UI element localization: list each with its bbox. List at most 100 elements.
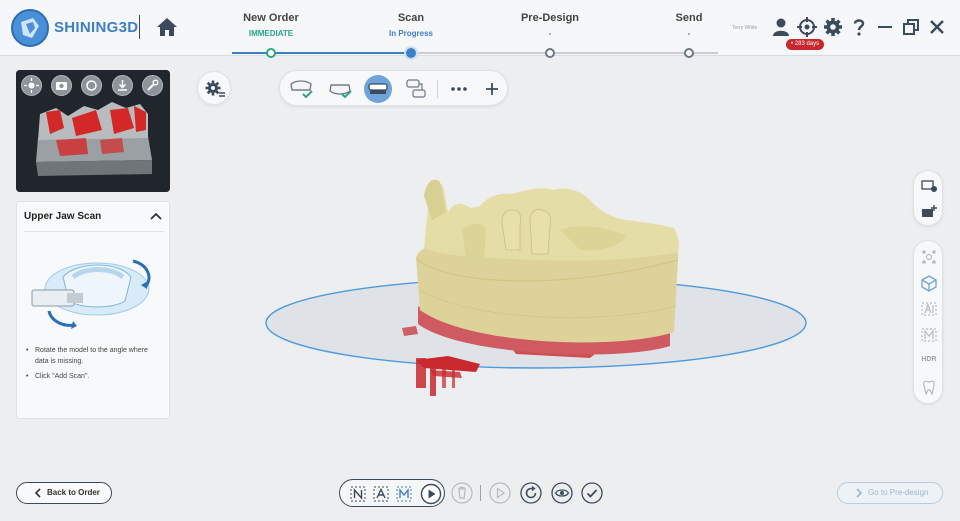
auto-mode-button[interactable]: [372, 485, 390, 503]
cube-tool[interactable]: [914, 270, 944, 296]
scan-guide-panel: Upper Jaw Scan Rotate the model to the a…: [16, 201, 170, 419]
step-title: New Order: [243, 12, 299, 24]
align-jaws-icon: [406, 79, 426, 98]
jaw-base-icon: [368, 83, 388, 94]
upper-jaw-model: [424, 182, 679, 261]
step-status: In Progress: [388, 29, 433, 38]
right-toolbar-tools: HDR: [913, 240, 943, 404]
camera-icon: [56, 82, 67, 90]
merge-tool[interactable]: [914, 322, 944, 348]
step-title: Scan: [397, 12, 425, 24]
hdr-icon: HDR: [921, 356, 937, 363]
tools-button[interactable]: [142, 75, 163, 96]
lower-jaw-check-icon: [329, 84, 352, 99]
user-icon[interactable]: [771, 17, 791, 37]
guide-divider: [24, 231, 164, 232]
brightness-button[interactable]: [21, 75, 42, 96]
ai-tool[interactable]: [914, 296, 944, 322]
step-dot-pre-design: [545, 48, 555, 58]
step-dot-new-order: [266, 48, 276, 58]
wrench-icon: [147, 79, 159, 91]
guide-instructions: Rotate the model to the angle where data…: [25, 345, 163, 386]
restore-icon[interactable]: [901, 17, 921, 37]
next-label: Go to Pre-design: [868, 488, 929, 497]
upper-jaw-check-icon: [290, 80, 313, 99]
right-toolbar-top: [913, 170, 943, 226]
delete-icon[interactable]: [450, 481, 474, 505]
gear-list-icon: [205, 80, 225, 97]
brand-name: SHINING3D: [54, 19, 139, 36]
hdr-tool[interactable]: HDR: [914, 348, 944, 374]
add-scan-button[interactable]: [478, 75, 506, 103]
lower-jaw-scan-tab[interactable]: [326, 75, 354, 103]
sun-icon: [24, 78, 39, 93]
play-disabled-icon[interactable]: [488, 481, 512, 505]
align-scan-tab[interactable]: [402, 75, 430, 103]
step-status: -: [548, 29, 552, 38]
step-pre-design[interactable]: Pre-Design -: [490, 12, 610, 38]
step-dot-send: [684, 48, 694, 58]
go-to-pre-design-button[interactable]: Go to Pre-design: [837, 482, 943, 504]
guide-instruction: Click "Add Scan".: [25, 371, 163, 382]
target-icon[interactable]: [797, 17, 817, 37]
guide-title: Upper Jaw Scan: [24, 211, 102, 222]
minimize-icon[interactable]: [875, 17, 895, 37]
ai-icon: [921, 302, 937, 316]
step-scan[interactable]: Scan In Progress: [351, 12, 471, 38]
license-days-badge: • 283 days: [786, 39, 825, 50]
confirm-check-icon[interactable]: [580, 481, 604, 505]
chevron-up-icon[interactable]: [149, 210, 163, 222]
cube-icon: [921, 275, 937, 292]
plus-icon: [486, 83, 498, 95]
scan-settings-tool[interactable]: [914, 173, 944, 199]
add-scan-tool[interactable]: [914, 199, 944, 225]
back-label: Back to Order: [47, 488, 100, 497]
manual-mode-button[interactable]: [395, 485, 413, 503]
camera-button[interactable]: [51, 75, 72, 96]
upper-jaw-scan-tab[interactable]: [287, 75, 315, 103]
molecule-icon: [922, 250, 936, 264]
refresh-icon[interactable]: [519, 481, 543, 505]
guide-instruction: Rotate the model to the angle where data…: [25, 345, 163, 367]
step-dot-scan: [406, 48, 416, 58]
close-icon[interactable]: [927, 17, 947, 37]
scan-preview-thumbnail[interactable]: [16, 70, 170, 192]
texture-tool[interactable]: [914, 244, 944, 270]
start-scan-button[interactable]: [420, 483, 442, 505]
tooth-stump: [501, 209, 522, 251]
home-icon[interactable]: [155, 15, 179, 39]
3d-scan-viewport[interactable]: [180, 110, 900, 480]
back-to-order-button[interactable]: Back to Order: [16, 482, 112, 504]
gum-fold: [462, 223, 486, 260]
reset-view-button[interactable]: [81, 75, 102, 96]
rotate-jaw-illustration: [31, 259, 151, 329]
progress-fill: [232, 52, 410, 54]
step-title: Pre-Design: [520, 12, 580, 24]
step-status: -: [687, 29, 691, 38]
gear-icon[interactable]: [823, 17, 843, 37]
normal-mode-button[interactable]: [349, 485, 367, 503]
tooth-tool[interactable]: [914, 374, 944, 400]
step-new-order[interactable]: New Order IMMEDIATE: [211, 12, 331, 38]
play-icon: [420, 483, 442, 505]
more-dots-icon: [451, 87, 467, 91]
scan-mode-toolbar: [279, 70, 508, 106]
chevron-left-icon: [34, 488, 41, 498]
step-send[interactable]: Send -: [629, 12, 749, 38]
top-bar: SHINING3D New Order IMMEDIATE Scan In Pr…: [0, 0, 960, 58]
a-mode-icon: [373, 486, 389, 502]
shining3d-logo: [11, 9, 49, 47]
step-title: Send: [675, 12, 703, 24]
download-button[interactable]: [112, 75, 133, 96]
add-scan-icon: [922, 205, 937, 217]
tooth-stump: [529, 209, 552, 255]
help-icon[interactable]: [849, 17, 869, 37]
more-button[interactable]: [445, 75, 473, 103]
refresh-icon: [86, 80, 97, 91]
merge-icon: [921, 328, 937, 342]
scan-settings-button[interactable]: [197, 71, 231, 105]
tooth-icon: [923, 380, 935, 396]
user-name: Terry White: [732, 25, 758, 31]
base-scan-tab[interactable]: [364, 75, 392, 103]
eye-icon[interactable]: [550, 481, 574, 505]
